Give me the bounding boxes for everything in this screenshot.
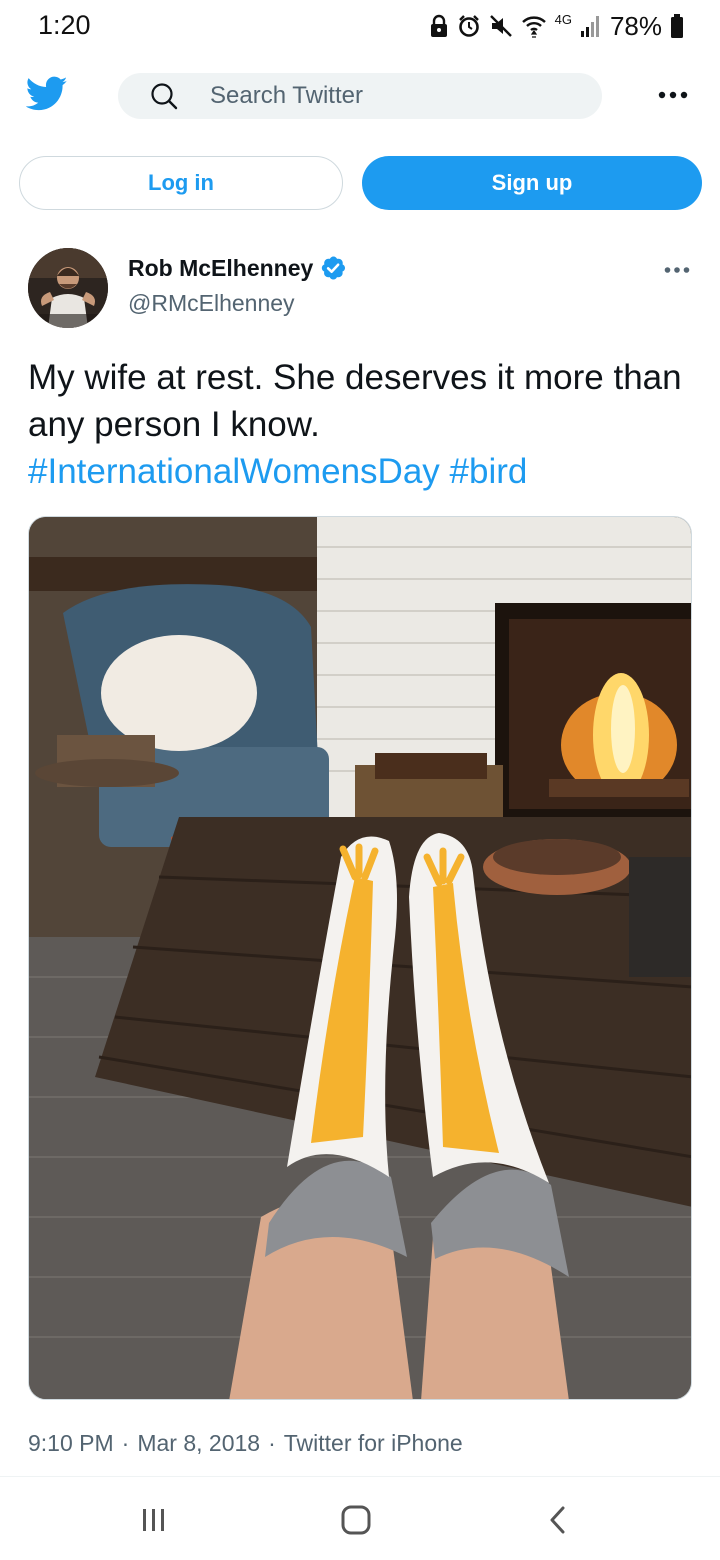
more-horizontal-icon[interactable] bbox=[658, 90, 688, 100]
wifi-icon bbox=[521, 16, 546, 38]
avatar[interactable] bbox=[28, 248, 108, 328]
tweet-body: My wife at rest. She deserves it more th… bbox=[28, 358, 682, 444]
avatar-photo bbox=[28, 248, 108, 328]
tweet-text: My wife at rest. She deserves it more th… bbox=[28, 354, 692, 495]
status-icons: 4G 78% bbox=[429, 10, 684, 42]
alarm-icon bbox=[458, 15, 479, 37]
author-name[interactable]: Rob McElhenney bbox=[128, 255, 313, 282]
tweet-more-icon[interactable] bbox=[664, 266, 690, 274]
battery-icon bbox=[671, 14, 683, 38]
search-box[interactable] bbox=[118, 73, 602, 119]
hashtag-link[interactable]: #InternationalWomensDay bbox=[28, 452, 440, 491]
search-input[interactable] bbox=[210, 73, 570, 119]
verified-badge-icon bbox=[322, 256, 346, 280]
home-icon bbox=[341, 1505, 371, 1535]
search-icon bbox=[151, 83, 178, 110]
battery-percentage: 78% bbox=[609, 10, 662, 41]
tweet-date[interactable]: Mar 8, 2018 bbox=[137, 1430, 260, 1457]
status-bar: 1:20 4G 78% bbox=[0, 0, 720, 52]
tweet-metadata: 9:10 PM · Mar 8, 2018 · Twitter for iPho… bbox=[28, 1430, 463, 1457]
signal-icon bbox=[580, 16, 599, 37]
author-name-row: Rob McElhenney bbox=[128, 254, 347, 282]
lock-icon bbox=[430, 14, 447, 37]
top-navigation bbox=[0, 60, 720, 132]
recents-button[interactable] bbox=[134, 1502, 174, 1538]
author-handle[interactable]: @RMcElhenney bbox=[128, 290, 295, 317]
tweet-time[interactable]: 9:10 PM bbox=[28, 1430, 114, 1457]
recents-icon bbox=[143, 1509, 164, 1531]
mute-icon bbox=[489, 15, 512, 37]
tweet-source[interactable]: Twitter for iPhone bbox=[284, 1430, 463, 1457]
home-button[interactable] bbox=[336, 1502, 376, 1538]
meta-separator: · bbox=[268, 1430, 276, 1456]
log-in-button[interactable]: Log in bbox=[19, 156, 343, 210]
twitter-bird-icon[interactable] bbox=[26, 76, 68, 112]
photo-icon bbox=[29, 517, 691, 1399]
meta-separator: · bbox=[121, 1430, 130, 1456]
back-icon bbox=[550, 1506, 565, 1534]
system-navigation-bar bbox=[0, 1478, 720, 1560]
sign-up-button[interactable]: Sign up bbox=[362, 156, 702, 210]
back-button[interactable] bbox=[538, 1502, 578, 1538]
hashtag-link[interactable]: #bird bbox=[450, 452, 528, 491]
status-time: 1:20 bbox=[38, 10, 91, 40]
auth-buttons: Log in Sign up bbox=[0, 156, 720, 212]
divider bbox=[0, 1476, 720, 1477]
tweet-photo[interactable] bbox=[28, 516, 692, 1400]
network-type-label: 4G bbox=[554, 12, 572, 27]
